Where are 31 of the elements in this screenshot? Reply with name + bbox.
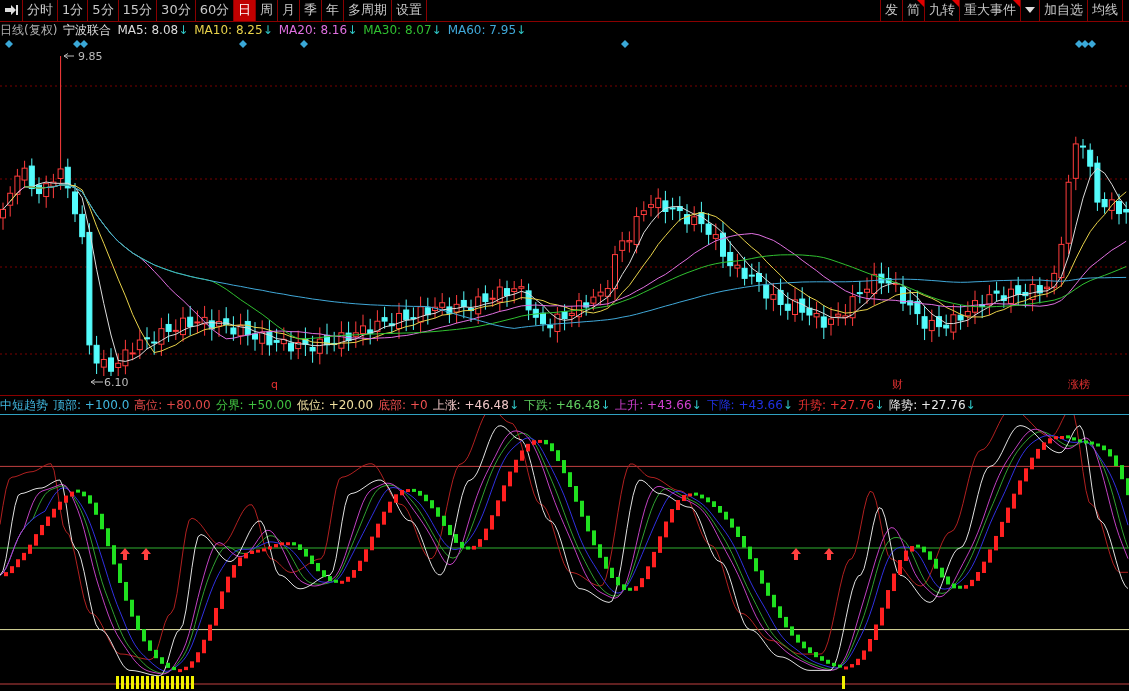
moving-average-value: MA10: 8.25↓ [194, 23, 273, 38]
event-mark: 财 [892, 378, 903, 392]
event-mark: 涨榜 [1068, 378, 1090, 392]
indicator-value: 顶部: +100.0 [53, 396, 130, 414]
period-tab[interactable]: 日 [234, 0, 257, 21]
up-arrow-icon [791, 548, 801, 560]
indicator-value: 下降: +43.66↓ [706, 396, 793, 414]
indicator-value: 底部: +0 [378, 396, 428, 414]
indicator-value: 下跌: +46.48↓ [523, 396, 611, 414]
diamond-icon [239, 40, 247, 49]
stock-name: 宁波联合 [63, 21, 112, 39]
event-mark: q [271, 378, 278, 392]
indicator-value: 升势: +27.76↓ [797, 396, 885, 414]
up-arrow-icon [141, 548, 151, 560]
indicator-value: 降势: +27.76↓ [889, 396, 976, 414]
moving-average-value: MA30: 8.07↓ [363, 23, 442, 38]
diamond-icon [300, 40, 308, 49]
indicator-value: 高位: +80.00 [134, 396, 211, 414]
diamond-icon [5, 40, 13, 49]
up-arrow-icon [120, 548, 130, 560]
diamond-icon [621, 40, 629, 49]
moving-average-value: MA5: 8.08↓ [117, 23, 189, 38]
indicator-title: 中短趋势 [0, 396, 48, 414]
indicator-value: 上升: +43.66↓ [615, 396, 702, 414]
period-label: 日线(复权) [0, 21, 58, 39]
indicator-value: 上涨: +46.48↓ [432, 396, 519, 414]
moving-average-value: MA20: 8.16↓ [278, 23, 358, 38]
indicator-value: 分界: +50.00 [215, 396, 292, 414]
indicator-value: 低位: +20.00 [296, 396, 374, 414]
moving-average-value: MA60: 7.95↓ [447, 23, 527, 38]
up-arrow-icon [824, 548, 834, 560]
